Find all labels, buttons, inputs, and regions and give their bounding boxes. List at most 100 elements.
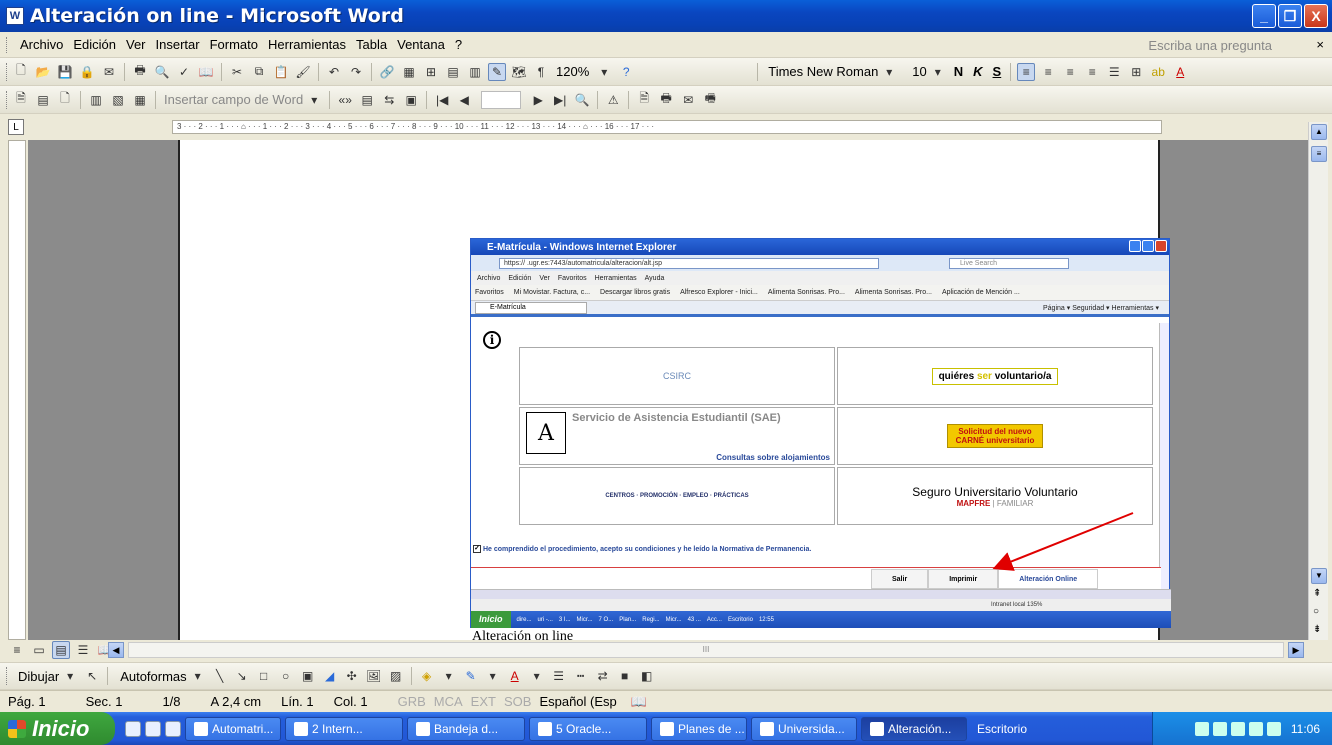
check-errors-icon[interactable]: ⚠ — [604, 91, 622, 109]
wordart-icon[interactable]: ◢ — [321, 667, 339, 685]
chevron-down-icon[interactable]: ▾ — [189, 667, 207, 685]
copy-icon[interactable]: ⧉ — [250, 63, 268, 81]
permission-icon[interactable]: 🔒 — [78, 63, 96, 81]
show-hide-icon[interactable]: ¶ — [532, 63, 550, 81]
merge-new-document-icon[interactable]: 🗎 — [635, 91, 653, 109]
help-question-input[interactable]: Escriba una pregunta — [1148, 38, 1272, 53]
borders-icon[interactable]: ⊞ — [1127, 63, 1145, 81]
merge-printer-icon[interactable]: 🖶 — [657, 91, 675, 109]
toolbar-grip[interactable] — [6, 62, 10, 81]
task-alteracion[interactable]: Alteración... — [861, 716, 967, 741]
chevron-down-icon[interactable]: ▾ — [528, 667, 546, 685]
menu-insertar[interactable]: Insertar — [156, 37, 200, 52]
embedded-screenshot-image[interactable]: E-Matrícula - Windows Internet Explorer … — [470, 238, 1171, 628]
chevron-down-icon[interactable]: ▾ — [929, 63, 947, 81]
line-style-icon[interactable]: ☰ — [550, 667, 568, 685]
horizontal-scrollbar[interactable]: III — [128, 642, 1284, 658]
arrow-style-icon[interactable]: ⇄ — [594, 667, 612, 685]
underline-button[interactable]: S — [993, 64, 1002, 79]
chevron-down-icon[interactable]: ▾ — [305, 91, 323, 109]
horizontal-ruler[interactable]: 3 · · · 2 · · · 1 · · · ⌂ · · · 1 · · · … — [172, 120, 1162, 134]
view-merged-icon[interactable]: «» — [336, 91, 354, 109]
task-bandeja[interactable]: Bandeja d... — [407, 716, 525, 741]
scroll-right-icon[interactable]: ▶ — [1288, 642, 1304, 658]
next-record-icon[interactable]: ▶ — [529, 91, 547, 109]
shadow-icon[interactable]: ■ — [616, 667, 634, 685]
redo-icon[interactable]: ↷ — [347, 63, 365, 81]
toolbar-grip[interactable] — [6, 90, 10, 109]
match-fields-icon[interactable]: ⇆ — [380, 91, 398, 109]
record-number-input[interactable] — [481, 90, 522, 109]
menu-ver[interactable]: Ver — [126, 37, 146, 52]
cut-icon[interactable]: ✂ — [228, 63, 246, 81]
tab-selector[interactable]: L — [8, 119, 24, 135]
dibujar-menu[interactable]: Dibujar — [18, 669, 59, 684]
new-document-icon[interactable]: 🗋 — [12, 63, 30, 81]
outline-view-icon[interactable]: ☰ — [74, 641, 92, 659]
help-icon[interactable]: ? — [617, 63, 635, 81]
chevron-down-icon[interactable]: ▾ — [880, 63, 898, 81]
align-left-icon[interactable]: ≡ — [1017, 62, 1036, 81]
merge-fax-icon[interactable]: 🖷 — [701, 91, 719, 109]
font-size-select[interactable]: 10 — [912, 64, 926, 79]
tray-icon[interactable] — [1230, 721, 1245, 736]
task-internet[interactable]: 2 Intern... — [285, 716, 403, 741]
task-automatricula[interactable]: Automatri... — [185, 716, 281, 741]
align-center-icon[interactable]: ≡ — [1039, 63, 1057, 81]
insert-address-icon[interactable]: ▥ — [87, 91, 105, 109]
print-icon[interactable]: 🖶 — [131, 63, 149, 81]
font-color-icon[interactable]: A — [506, 667, 524, 685]
tray-icon[interactable] — [1212, 721, 1227, 736]
save-icon[interactable]: 💾 — [56, 63, 74, 81]
dash-style-icon[interactable]: ┅ — [572, 667, 590, 685]
fill-color-icon[interactable]: ◈ — [418, 667, 436, 685]
image-icon[interactable]: ▨ — [387, 667, 405, 685]
print-preview-icon[interactable]: 🔍 — [153, 63, 171, 81]
insert-word-field-button[interactable]: Insertar campo de Word — [164, 92, 303, 107]
scroll-thumb[interactable]: ≡ — [1311, 146, 1327, 162]
menu-grip[interactable] — [6, 36, 10, 53]
find-entry-icon[interactable]: 🔍 — [573, 91, 591, 109]
menu-help[interactable]: ? — [455, 37, 462, 52]
email-icon[interactable]: ✉ — [100, 63, 118, 81]
normal-view-icon[interactable]: ≡ — [8, 641, 26, 659]
diagram-icon[interactable]: ✣ — [343, 667, 361, 685]
line-icon[interactable]: ╲ — [211, 667, 229, 685]
main-document-icon[interactable]: 🗎 — [12, 91, 30, 109]
tray-icon[interactable] — [1194, 721, 1209, 736]
italic-button[interactable]: K — [973, 64, 982, 79]
drawing-icon[interactable]: ✎ — [488, 62, 506, 81]
menu-ventana[interactable]: Ventana — [397, 37, 445, 52]
print-view-icon[interactable]: ▤ — [52, 641, 70, 659]
paste-icon[interactable]: 📋 — [272, 63, 290, 81]
menu-archivo[interactable]: Archivo — [20, 37, 63, 52]
next-page-icon[interactable]: ⇟ — [1313, 624, 1321, 635]
task-universidad[interactable]: Universida... — [751, 716, 857, 741]
ie-quicklaunch-icon[interactable] — [125, 720, 141, 737]
spelling-status-icon[interactable]: 📖 — [631, 694, 647, 710]
font-select[interactable]: Times New Roman — [768, 64, 878, 79]
minimize-button[interactable]: _ — [1252, 4, 1276, 28]
task-planes[interactable]: Planes de ... — [651, 716, 747, 741]
chevron-down-icon[interactable]: ▾ — [595, 63, 613, 81]
insert-excel-icon[interactable]: ▤ — [444, 63, 462, 81]
start-button[interactable]: Inicio — [0, 712, 115, 745]
clock[interactable]: 11:06 — [1291, 722, 1320, 736]
document-close-button[interactable]: × — [1316, 37, 1324, 52]
menu-tabla[interactable]: Tabla — [356, 37, 387, 52]
menu-formato[interactable]: Formato — [210, 37, 258, 52]
3d-icon[interactable]: ◧ — [638, 667, 656, 685]
previous-record-icon[interactable]: ◀ — [455, 91, 473, 109]
font-color-icon[interactable]: A — [1171, 63, 1189, 81]
insert-greeting-icon[interactable]: ▧ — [109, 91, 127, 109]
status-ext[interactable]: EXT — [471, 694, 496, 709]
justify-icon[interactable]: ≡ — [1083, 63, 1101, 81]
last-record-icon[interactable]: ▶| — [551, 91, 569, 109]
scroll-down-icon[interactable]: ▼ — [1311, 568, 1327, 584]
tables-borders-icon[interactable]: ▦ — [400, 63, 418, 81]
format-painter-icon[interactable]: 🖌 — [294, 63, 312, 81]
textbox-icon[interactable]: ▣ — [299, 667, 317, 685]
bold-button[interactable]: N — [954, 64, 963, 79]
status-sob[interactable]: SOB — [504, 694, 531, 709]
menu-edicion[interactable]: Edición — [73, 37, 116, 52]
